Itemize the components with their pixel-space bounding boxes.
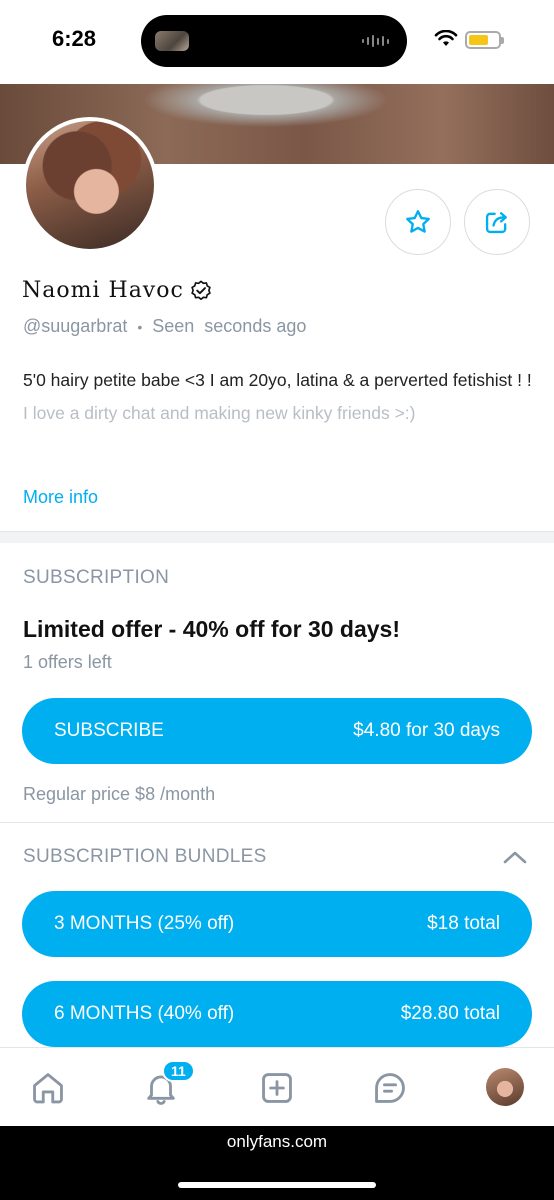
chat-icon	[375, 1073, 405, 1103]
separator-dot: •	[137, 318, 143, 335]
bundles-section-title: SUBSCRIPTION BUNDLES	[23, 846, 267, 867]
tab-profile-avatar[interactable]	[486, 1068, 524, 1106]
bundle-price: $18 total	[427, 913, 500, 934]
limited-offer-text: Limited offer - 40% off for 30 days!	[23, 616, 401, 642]
status-bar: 6:28	[0, 0, 554, 84]
verified-icon	[191, 280, 211, 300]
subscription-section-title: SUBSCRIPTION	[23, 567, 170, 588]
profile-name: Naomi Havoc	[22, 278, 184, 303]
bundle-label: 6 MONTHS (40% off)	[54, 1003, 235, 1024]
more-info-link[interactable]: More info	[23, 487, 98, 508]
subscribe-button-price: $4.80 for 30 days	[353, 720, 500, 741]
bottom-tab-bar	[0, 1047, 554, 1126]
profile-bio: 5'0 hairy petite babe <3 I am 20yo, lati…	[23, 364, 533, 430]
share-icon	[485, 212, 507, 234]
profile-handle: @suugarbrat	[23, 316, 128, 336]
profile-name-row: Naomi Havoc	[22, 278, 212, 303]
add-icon	[262, 1073, 292, 1103]
subscribe-button[interactable]: SUBSCRIBE $4.80 for 30 days	[22, 698, 532, 764]
seen-label: Seen	[152, 316, 195, 336]
browser-bottom-bar: onlyfans.com	[0, 1126, 554, 1200]
tab-new-post[interactable]	[257, 1068, 297, 1108]
tab-home[interactable]	[28, 1068, 68, 1108]
notification-count-badge: 11	[162, 1060, 195, 1082]
avatar-image	[26, 121, 154, 249]
audio-wave-icon	[362, 34, 389, 48]
island-media-thumbnail	[155, 31, 189, 51]
bundle-price: $28.80 total	[400, 1003, 500, 1024]
url-text[interactable]: onlyfans.com	[0, 1132, 554, 1152]
regular-price-text: Regular price $8 /month	[23, 784, 216, 804]
wifi-icon	[434, 30, 458, 46]
bundle-6-months-button[interactable]: 6 MONTHS (40% off) $28.80 total	[22, 981, 532, 1047]
status-time: 6:28	[52, 26, 97, 51]
section-divider	[0, 531, 554, 543]
tab-messages[interactable]	[370, 1068, 410, 1108]
star-icon	[406, 210, 430, 233]
bundle-3-months-button[interactable]: 3 MONTHS (25% off) $18 total	[22, 891, 532, 957]
chevron-up-icon[interactable]	[502, 848, 528, 868]
dynamic-island	[141, 15, 407, 67]
seen-time: seconds ago	[204, 316, 307, 336]
battery-icon	[465, 31, 504, 49]
profile-avatar[interactable]	[22, 117, 158, 253]
favorite-button[interactable]	[385, 189, 451, 255]
home-icon	[33, 1073, 63, 1104]
share-button[interactable]	[464, 189, 530, 255]
handle-row: @suugarbrat • Seen seconds ago	[23, 316, 306, 337]
bundle-label: 3 MONTHS (25% off)	[54, 913, 235, 934]
bio-line-faded: I love a dirty chat and making new kinky…	[23, 403, 416, 423]
home-indicator	[178, 1182, 376, 1188]
divider	[0, 822, 554, 823]
bio-line: 5'0 hairy petite babe <3 I am 20yo, lati…	[23, 370, 532, 390]
offers-left-text: 1 offers left	[23, 652, 112, 672]
subscribe-button-label: SUBSCRIBE	[54, 720, 164, 741]
